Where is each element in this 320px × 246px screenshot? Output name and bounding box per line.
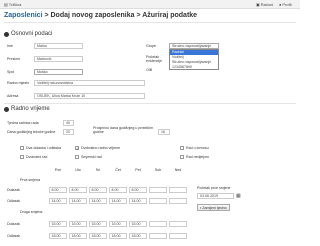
grupe-option[interactable]: 1234567890 bbox=[170, 65, 218, 70]
prva-odlazak-cell[interactable]: 14.00 bbox=[109, 198, 127, 204]
prva-odlazak-cell[interactable]: 14.00 bbox=[69, 198, 87, 204]
checkbox-rad-u-tornusu[interactable] bbox=[180, 146, 184, 150]
user-icon: ● bbox=[279, 2, 282, 7]
druga-dolazak-cell[interactable]: 15.00 bbox=[89, 221, 107, 227]
label-oib: OIB bbox=[146, 68, 153, 72]
checkbox-dvokratno-radno-vrijeme[interactable] bbox=[75, 146, 79, 150]
day-header: Pet bbox=[135, 168, 141, 172]
prva-dolazak-cell[interactable] bbox=[169, 187, 187, 193]
label-grupe: Grupe bbox=[146, 44, 156, 48]
prva-dolazak-cell[interactable]: 8.00 bbox=[109, 187, 127, 193]
day-header: Pon bbox=[54, 168, 62, 172]
calendar-icon[interactable]: ▦ bbox=[236, 193, 241, 199]
label-druga-dolazak: Dolazak bbox=[7, 222, 20, 226]
label-spol: Spol bbox=[7, 70, 15, 74]
druga-dolazak-cell[interactable]: 15.00 bbox=[69, 221, 87, 227]
day-header: Ned bbox=[174, 168, 182, 172]
pocetak-prve-smjene-input[interactable]: 03.06.2019 bbox=[197, 193, 234, 199]
druga-dolazak-cell[interactable] bbox=[149, 221, 167, 227]
ime-input[interactable]: Marko bbox=[34, 43, 83, 49]
druga-odlazak-cell[interactable]: 18.00 bbox=[89, 233, 107, 239]
label-pocetak-prve-smjene: Početak prve smjene bbox=[197, 186, 231, 190]
druga-dolazak-cell[interactable] bbox=[169, 221, 187, 227]
dana-godisnjeg-input[interactable]: 20 bbox=[63, 129, 74, 135]
checkbox-smjenski-rad[interactable] bbox=[75, 155, 79, 159]
label-druga-smjena: Druga smjena bbox=[20, 210, 43, 214]
topbar-search[interactable]: ▤ Tržilica bbox=[4, 0, 21, 9]
druga-odlazak-cell[interactable]: 18.00 bbox=[69, 233, 87, 239]
label-dvokratni-rad: Dvokratni rad bbox=[26, 155, 48, 159]
label-ime: Ime bbox=[7, 44, 13, 48]
adresa-input[interactable]: OSIJEK, Ulica Marka Krule 10 bbox=[34, 93, 145, 99]
prva-odlazak-cell[interactable] bbox=[149, 198, 167, 204]
label-dva-dolaska: Dva dolaska i odlaska bbox=[26, 146, 61, 150]
label-radno-mjesto: Radno mjesto bbox=[7, 81, 30, 85]
druga-odlazak-cell[interactable] bbox=[169, 233, 187, 239]
prva-odlazak-cell[interactable]: 14.00 bbox=[49, 198, 67, 204]
label-prva-odlazak: Odlazak bbox=[7, 199, 21, 203]
day-header: Sri bbox=[95, 168, 101, 172]
prva-odlazak-cell[interactable] bbox=[169, 198, 187, 204]
prva-dolazak-cell[interactable]: 8.00 bbox=[129, 187, 147, 193]
druga-dolazak-cell[interactable]: 15.00 bbox=[129, 221, 147, 227]
prva-odlazak-cell[interactable]: 14.00 bbox=[129, 198, 147, 204]
radno-mjesto-input[interactable]: Voditelj računovodstva bbox=[34, 80, 145, 86]
divider bbox=[4, 103, 296, 104]
prva-dolazak-cell[interactable]: 8.00 bbox=[49, 187, 67, 193]
label-dvokratno-radno-vrijeme: Dvokratno radno vrijeme bbox=[81, 146, 121, 150]
monitor-icon: ▣ bbox=[256, 2, 260, 7]
checkbox-dva-dolaska[interactable] bbox=[20, 146, 24, 150]
spol-select[interactable]: Muško bbox=[34, 69, 83, 75]
checkbox-dvokratni-rad[interactable] bbox=[20, 155, 24, 159]
breadcrumb-link-zaposlenici[interactable]: Zaposlenici bbox=[4, 12, 43, 19]
day-header: Sub bbox=[154, 168, 162, 172]
section-bullet-icon bbox=[4, 31, 9, 37]
label-pocetak-evidencije: Početak evidencije bbox=[146, 55, 162, 64]
label-rad-u-tornusu: Rad u tornusu bbox=[186, 146, 209, 150]
divider bbox=[4, 22, 296, 23]
day-header: Uto bbox=[75, 168, 81, 172]
grupe-dropdown: Radnici Voditelj Stručno osposobljavanje… bbox=[169, 49, 219, 70]
section-radno-vrijeme: Radno vrijeme bbox=[4, 106, 50, 112]
prva-dolazak-cell[interactable] bbox=[149, 187, 167, 193]
label-druga-odlazak: Odlazak bbox=[7, 234, 21, 238]
druga-odlazak-cell[interactable]: 18.00 bbox=[109, 233, 127, 239]
checkbox-rad-nedjeljom[interactable] bbox=[180, 155, 184, 159]
prosjecno-dana-input[interactable]: 16 bbox=[158, 129, 170, 135]
breadcrumb: Zaposlenici > Dodaj novog zaposlenika > … bbox=[4, 12, 197, 19]
day-header: Čet bbox=[115, 168, 121, 172]
tjedna-satnica-input[interactable]: 40 bbox=[63, 120, 74, 126]
label-prezime: Prezime bbox=[7, 57, 21, 61]
label-prosjecno-dana: Prosječno dana godišnjeg u proteklim god… bbox=[93, 126, 153, 135]
druga-odlazak-cell[interactable]: 18.00 bbox=[129, 233, 147, 239]
section-bullet-icon bbox=[4, 106, 9, 112]
breadcrumb-rest: > Dodaj novog zaposlenika > Ažuriraj pod… bbox=[42, 12, 198, 19]
section-osnovni-podaci: Osnovni podaci bbox=[4, 31, 52, 37]
topbar-computers[interactable]: ▣ Računi bbox=[256, 0, 273, 9]
druga-dolazak-cell[interactable]: 15.00 bbox=[49, 221, 67, 227]
topbar-account[interactable]: ● Profil bbox=[279, 0, 292, 9]
top-bar bbox=[0, 0, 300, 9]
label-tjedna-satnica: Tjedna satnica rada bbox=[7, 121, 39, 125]
label-prva-smjena: Prva smjena bbox=[20, 178, 40, 182]
druga-dolazak-cell[interactable]: 15.00 bbox=[109, 221, 127, 227]
label-adresa: Adresa bbox=[7, 94, 19, 98]
label-prva-dolazak: Dolazak bbox=[7, 188, 20, 192]
druga-odlazak-cell[interactable] bbox=[149, 233, 167, 239]
prva-dolazak-cell[interactable]: 8.00 bbox=[69, 187, 87, 193]
save-icon: ▪ bbox=[200, 205, 202, 210]
prezime-input[interactable]: Marković bbox=[34, 56, 83, 62]
file-icon: ▤ bbox=[4, 2, 8, 7]
druga-odlazak-cell[interactable]: 18.00 bbox=[49, 233, 67, 239]
label-rad-nedjeljom: Rad nedjeljom bbox=[186, 155, 209, 159]
label-smjenski-rad: Smjenski rad bbox=[81, 155, 102, 159]
zamijeni-tjedno-button[interactable]: ▪ Zamijeni tjedno bbox=[197, 204, 230, 211]
prva-odlazak-cell[interactable]: 14.00 bbox=[89, 198, 107, 204]
label-dana-godisnjeg: Dana godišnjeg tekuće godine bbox=[7, 130, 56, 134]
prva-dolazak-cell[interactable]: 8.00 bbox=[89, 187, 107, 193]
